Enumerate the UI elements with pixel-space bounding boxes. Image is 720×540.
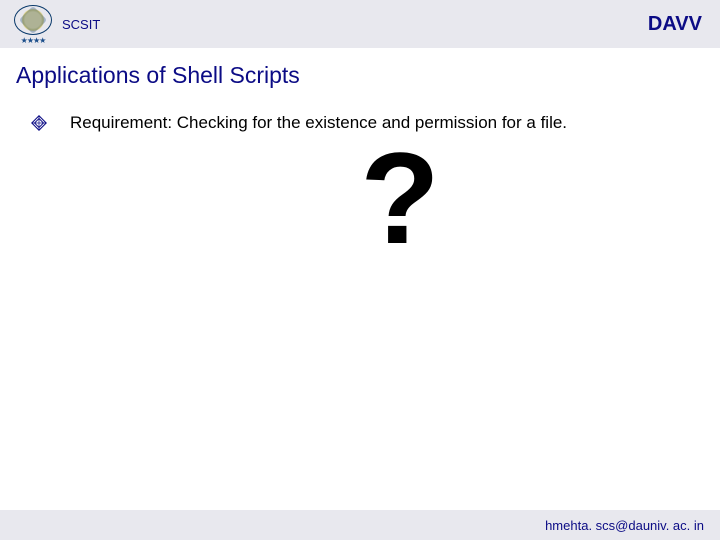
institution-logo: ★★★★	[14, 5, 52, 43]
slide-footer: hmehta. scs@dauniv. ac. in	[0, 510, 720, 540]
question-mark-symbol: ?	[80, 123, 720, 273]
slide-content: Requirement: Checking for the existence …	[0, 89, 720, 273]
footer-email: hmehta. scs@dauniv. ac. in	[545, 518, 704, 533]
slide-title: Applications of Shell Scripts	[16, 62, 720, 89]
header-right-label: DAVV	[648, 13, 702, 36]
bullet-text: Requirement: Checking for the existence …	[70, 113, 567, 133]
slide-header: ★★★★ SCSIT DAVV	[0, 0, 720, 48]
header-left-label: SCSIT	[62, 17, 100, 32]
diamond-bullet-icon	[30, 114, 48, 132]
